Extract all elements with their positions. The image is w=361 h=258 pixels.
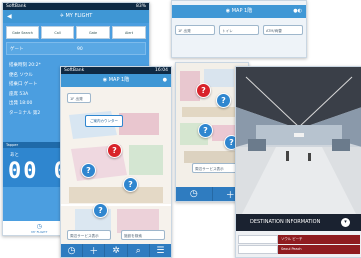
list-item: Seoul Peach bbox=[238, 245, 360, 254]
carrier-label: SoftBank bbox=[6, 4, 27, 9]
plus-icon: ＋ bbox=[89, 247, 99, 257]
dest-name: ソウル ピーチ bbox=[278, 235, 360, 244]
clock-icon: ◷ bbox=[189, 189, 198, 199]
list-item: ソウル ピーチ bbox=[238, 235, 360, 244]
time-label: 16:04 bbox=[155, 68, 168, 73]
settings-icon[interactable]: ●◐ bbox=[293, 5, 302, 18]
search-icon: ⌕ bbox=[135, 245, 141, 256]
info-pin[interactable]: ? bbox=[93, 203, 108, 218]
bottom-nav: ◷ ＋ ✲ ⌕ ☰ bbox=[61, 244, 171, 257]
dest-name: Seoul Peach bbox=[278, 245, 360, 254]
toilet-button[interactable]: トイレ bbox=[219, 25, 259, 35]
facility-search-button[interactable]: 施設を検索 bbox=[121, 230, 165, 240]
terminal-photo bbox=[236, 67, 361, 214]
page-title: MY FLIGHT bbox=[65, 13, 93, 19]
info-pin[interactable]: ? bbox=[81, 163, 96, 178]
destination-screen: DESTINATION INFORMATION ▾ ソウル ピーチ Seoul … bbox=[235, 66, 361, 258]
info-pin[interactable]: ? bbox=[123, 177, 138, 192]
floor-button[interactable]: 1F 出発 bbox=[175, 25, 215, 35]
title-bar: ◀ ✈ MY FLIGHT bbox=[3, 10, 149, 23]
status-bar: SoftBank 16:04 bbox=[61, 67, 171, 74]
destination-title: DESTINATION INFORMATION bbox=[250, 219, 321, 225]
flight-label: ゲート bbox=[10, 47, 24, 52]
page-title: MAP 1階 bbox=[231, 8, 253, 14]
alert-button[interactable]: Alert bbox=[112, 26, 146, 39]
gate-button[interactable]: Gate bbox=[76, 26, 110, 39]
title-bar: ◉ MAP 1階 ● bbox=[61, 74, 171, 87]
clock-icon: ◷ bbox=[67, 245, 76, 256]
nav-menu[interactable]: ☰ bbox=[150, 244, 171, 257]
title-bar: ◉ MAP 1階 ●◐ bbox=[172, 5, 306, 18]
clock-icon: ◷ bbox=[36, 222, 42, 230]
gate-search-button[interactable]: Gate Search bbox=[6, 26, 39, 39]
countdown-label: あと bbox=[10, 153, 19, 158]
plus-icon: ＋ bbox=[225, 190, 235, 201]
map-screen-front: SoftBank 16:04 ◉ MAP 1階 ● 1F 出発 ご案内カウンター… bbox=[60, 66, 172, 258]
floor-button[interactable]: 1F 出発 bbox=[67, 93, 91, 103]
info-pin[interactable]: ? bbox=[196, 83, 211, 98]
atm-button[interactable]: ATM/両替 bbox=[263, 25, 303, 35]
back-arrow-icon[interactable]: ◀ bbox=[7, 10, 12, 23]
destination-header[interactable]: DESTINATION INFORMATION ▾ bbox=[236, 214, 361, 231]
menu-icon: ☰ bbox=[156, 245, 165, 256]
nav-add[interactable]: ＋ bbox=[83, 244, 106, 257]
map-screen-top: ◉ MAP 1階 ●◐ 1F 出発 トイレ ATM/両替 bbox=[171, 0, 307, 58]
status-bar: SoftBank 83% bbox=[3, 3, 149, 10]
star-icon: ✲ bbox=[112, 245, 120, 256]
nav-my-flight[interactable]: ◷ bbox=[176, 187, 213, 201]
nav-map[interactable]: ✲ bbox=[105, 244, 128, 257]
battery-label: 83% bbox=[135, 4, 146, 9]
carrier-label: SoftBank bbox=[64, 68, 85, 73]
chevron-down-icon[interactable]: ▾ bbox=[341, 218, 350, 227]
nav-my-flight[interactable]: ◷ bbox=[61, 244, 84, 257]
place-callout[interactable]: ご案内カウンター bbox=[85, 115, 123, 127]
info-pin[interactable]: ? bbox=[216, 93, 231, 108]
flight-value: 90 bbox=[77, 47, 83, 52]
dest-time bbox=[238, 235, 278, 244]
destination-list: ソウル ピーチ Seoul Peach bbox=[236, 231, 361, 257]
dest-time bbox=[238, 245, 278, 254]
page-title: MAP 1階 bbox=[108, 77, 130, 83]
nav-search[interactable]: ⌕ bbox=[128, 244, 150, 257]
info-pin[interactable]: ? bbox=[198, 123, 213, 138]
call-button[interactable]: Call bbox=[41, 26, 74, 39]
selected-pin[interactable]: ? bbox=[107, 143, 122, 158]
nav-label: MY FLIGHT bbox=[31, 229, 48, 234]
flight-row[interactable]: ゲート 90 bbox=[6, 42, 146, 55]
nearby-services-button[interactable]: 周辺サービス表示 bbox=[67, 230, 111, 240]
settings-icon[interactable]: ● bbox=[163, 74, 167, 87]
